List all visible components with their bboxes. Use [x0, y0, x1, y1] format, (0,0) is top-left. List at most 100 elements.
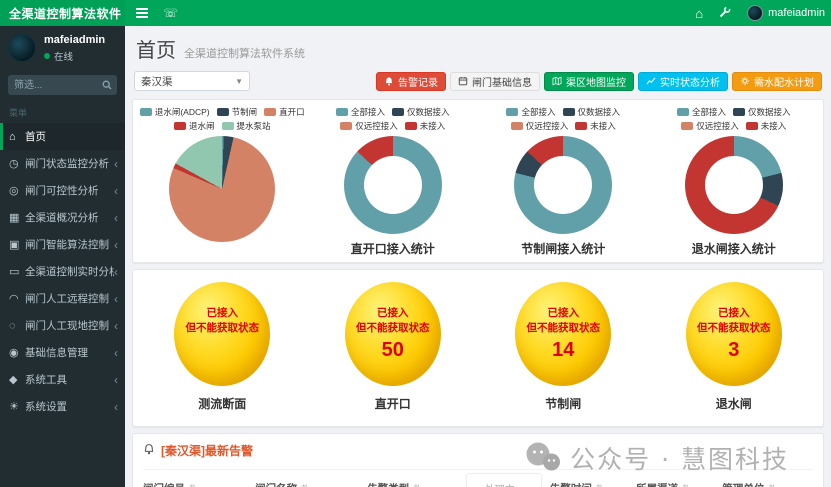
sidebar-item-11[interactable]: ☀系统设置‹: [0, 393, 125, 420]
home-icon[interactable]: ⌂: [695, 7, 703, 20]
legend-item[interactable]: 仅远控接入: [511, 120, 569, 132]
search-input[interactable]: [8, 75, 97, 95]
button-success[interactable]: 渠区地图监控: [544, 72, 634, 91]
sidebar-item-5[interactable]: ▣闸门智能算法控制‹: [0, 231, 125, 258]
button-info[interactable]: 实时状态分析: [638, 72, 728, 91]
sidebar-item-1[interactable]: ⌂首页: [0, 123, 125, 150]
line-chart-icon: [646, 76, 656, 86]
legend-item[interactable]: 未接入: [405, 120, 446, 132]
channel-select[interactable]: 秦汉渠 ▼: [134, 71, 250, 91]
chevron-left-icon: ‹: [114, 320, 118, 332]
legend-item[interactable]: 全部接入: [506, 106, 555, 118]
legend-swatch-icon: [677, 108, 689, 116]
sidebar-item-2[interactable]: ◷闸门状态监控分析‹: [0, 150, 125, 177]
charts-card: 退水闸(ADCP)节制闸直开口退水闸提水泵站全部接入仅数据接入仅远控接入未接入直…: [132, 99, 824, 263]
legend-swatch-icon: [733, 108, 745, 116]
avatar: [747, 5, 763, 21]
legend-item[interactable]: 未接入: [575, 120, 616, 132]
legend-item[interactable]: 全部接入: [677, 106, 726, 118]
sidebar-item-7[interactable]: ◠闸门人工远程控制‹: [0, 285, 125, 312]
status-ball: 已接入但不能获取状态14: [515, 282, 611, 386]
legend-item[interactable]: 直开口: [264, 106, 305, 118]
tools-icon: ◆: [9, 373, 25, 386]
sidebar-username: mafeiadmin: [44, 34, 105, 46]
donut-hole: [364, 156, 422, 214]
chevron-left-icon: ‹: [114, 293, 118, 305]
sidebar-item-4[interactable]: ▦全渠道概况分析‹: [0, 204, 125, 231]
button-warning[interactable]: 需水配水计划: [732, 72, 822, 91]
chart-legend: 全部接入仅数据接入仅远控接入 未接入: [308, 106, 479, 132]
sort-icon[interactable]: ⇅: [413, 483, 421, 487]
sort-icon[interactable]: ⇅: [189, 483, 197, 487]
column-header-3[interactable]: 告警类型⇅: [367, 481, 458, 487]
sidebar-item-6[interactable]: ▭全渠道控制实时分析‹: [0, 258, 125, 285]
navbar-user-menu[interactable]: mafeiadmin: [747, 5, 825, 21]
legend-item[interactable]: 仅远控接入: [340, 120, 398, 132]
button-danger[interactable]: 告警记录: [376, 72, 446, 91]
sidebar: mafeiadmin 在线 菜单 ⌂首页◷闸门状态监控分析‹◎闸门可控性分析‹▦…: [0, 26, 125, 487]
legend-swatch-icon: [681, 122, 693, 130]
top-navbar: 全渠道控制算法软件 ☏ ⌂ mafeiadmin: [0, 0, 831, 26]
chevron-left-icon: ‹: [114, 347, 118, 359]
legend-label: 仅数据接入: [578, 106, 621, 118]
chart-2: 全部接入仅数据接入仅远控接入未接入直开口接入统计: [308, 106, 479, 260]
page-title: 首页: [136, 34, 176, 63]
status-ball-3: 已接入但不能获取状态14节制闸: [478, 282, 649, 420]
legend-item[interactable]: 仅数据接入: [563, 106, 621, 118]
legend-swatch-icon: [506, 108, 518, 116]
sidebar-menu: ⌂首页◷闸门状态监控分析‹◎闸门可控性分析‹▦全渠道概况分析‹▣闸门智能算法控制…: [0, 123, 125, 420]
column-header-5[interactable]: 所属渠道⇅: [636, 481, 722, 487]
sort-icon[interactable]: ⇅: [682, 483, 690, 487]
sidebar-item-8[interactable]: ◌闸门人工现地控制‹: [0, 312, 125, 339]
navbar: ☏ ⌂ mafeiadmin: [125, 0, 831, 26]
legend-label: 未接入: [590, 120, 616, 132]
legend-item[interactable]: 提水泵站: [222, 120, 271, 132]
legend-item[interactable]: 仅数据接入: [392, 106, 450, 118]
alarm-section-title: [秦汉渠]最新告警: [143, 442, 813, 459]
control-icon: ◎: [9, 184, 25, 197]
column-header-4[interactable]: 告警时间⇅: [550, 481, 636, 487]
column-label: 管理单位: [722, 481, 764, 487]
legend-item[interactable]: 未接入: [746, 120, 787, 132]
chart-legend: 全部接入 仅数据接入仅远控接入 未接入: [478, 106, 649, 132]
info-icon: ◉: [9, 346, 25, 359]
sidebar-item-3[interactable]: ◎闸门可控性分析‹: [0, 177, 125, 204]
ball-text-line2: 但不能获取状态: [697, 321, 771, 336]
status-ball: 已接入但不能获取状态3: [686, 282, 782, 386]
calendar-icon: [458, 76, 468, 86]
ball-text-line1: 已接入: [207, 306, 239, 321]
column-header-1[interactable]: 闸门编号⇅: [143, 481, 255, 487]
status-ball: 已接入但不能获取状态: [174, 282, 270, 386]
chevron-left-icon: ‹: [114, 374, 118, 386]
page-subtitle: 全渠道控制算法软件系统: [184, 45, 305, 61]
column-header-6[interactable]: 管理单位 ⇅: [722, 481, 813, 487]
legend-item[interactable]: 仅远控接入: [681, 120, 739, 132]
sidebar-item-9[interactable]: ◉基础信息管理‹: [0, 339, 125, 366]
sidebar-item-10[interactable]: ◆系统工具‹: [0, 366, 125, 393]
app-logo-title[interactable]: 全渠道控制算法软件: [0, 0, 125, 26]
bell-icon: [384, 76, 394, 87]
legend-item[interactable]: 退水闸: [174, 120, 215, 132]
column-label: 闸门名称: [255, 481, 297, 487]
legend-item[interactable]: 全部接入: [336, 106, 385, 118]
sort-icon[interactable]: ⇅: [596, 483, 604, 487]
wrench-icon[interactable]: [719, 6, 731, 20]
phone-icon[interactable]: ☏: [163, 6, 178, 20]
search-icon[interactable]: [97, 75, 117, 95]
sidebar-toggle-hamburger-icon[interactable]: [125, 0, 159, 26]
legend-swatch-icon: [575, 122, 587, 130]
legend-item[interactable]: 仅数据接入: [733, 106, 791, 118]
legend-label: 未接入: [420, 120, 446, 132]
menu-label: 菜单: [0, 99, 125, 123]
status-balls-card: 已接入但不能获取状态测流断面已接入但不能获取状态50直开口已接入但不能获取状态1…: [132, 269, 824, 427]
sort-icon[interactable]: ⇅: [768, 483, 776, 487]
legend-item[interactable]: 退水闸(ADCP): [140, 106, 210, 118]
legend-item[interactable]: 节制闸: [217, 106, 258, 118]
ball-label: 测流断面: [198, 395, 246, 412]
column-header-2[interactable]: 闸门名称 ⇅: [255, 481, 367, 487]
charts-row: 退水闸(ADCP)节制闸直开口退水闸提水泵站全部接入仅数据接入仅远控接入未接入直…: [137, 106, 819, 260]
alarm-status-filter-select[interactable]: 处理中...: [466, 473, 542, 487]
sort-icon[interactable]: ⇅: [301, 483, 309, 487]
button-default[interactable]: 闸门基础信息: [450, 72, 540, 91]
legend-swatch-icon: [511, 122, 523, 130]
